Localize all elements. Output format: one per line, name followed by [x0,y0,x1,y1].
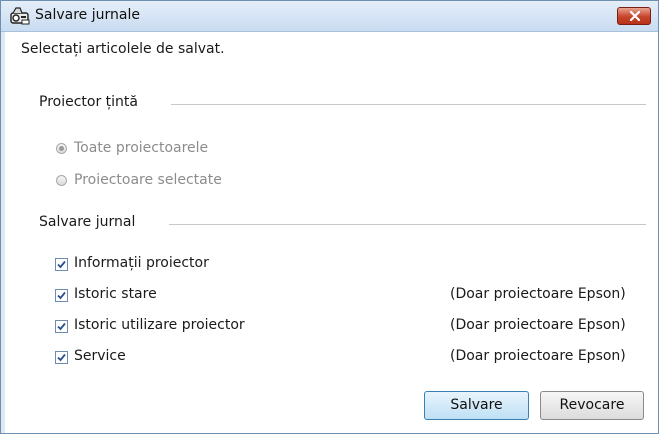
checkmark-icon [57,322,66,331]
window-title: Salvare jurnale [35,7,140,23]
instruction-text: Selectați articolele de salvat. [21,41,225,57]
status-history-note: (Doar proiectoare Epson) [450,286,626,302]
checkbox-usage-history[interactable] [55,320,68,333]
target-group-label: Proiector țintă [39,94,138,110]
title-bar[interactable]: Salvare jurnale [1,1,658,32]
target-group-divider [171,104,646,105]
radio-selected-projectors-label: Proiectoare selectate [74,172,222,188]
save-group-divider [169,224,646,225]
cancel-button[interactable]: Revocare [540,391,644,420]
close-icon [629,11,641,21]
checkbox-status-history[interactable] [55,289,68,302]
radio-all-projectors[interactable] [56,143,67,154]
save-logs-dialog: Salvare jurnale Selectați articolele de … [0,0,659,434]
checkbox-service-label: Service [74,348,126,364]
usage-history-note: (Doar proiectoare Epson) [450,317,626,333]
projector-log-icon [10,7,30,25]
checkbox-status-history-label: Istoric stare [74,286,157,302]
save-group-label: Salvare jurnal [39,214,136,230]
checkbox-projector-info-label: Informații proiector [74,255,209,271]
radio-selected-projectors[interactable] [56,175,67,186]
checkbox-service[interactable] [55,351,68,364]
save-button[interactable]: Salvare [424,391,529,420]
checkmark-icon [57,260,66,269]
checkmark-icon [57,353,66,362]
checkbox-projector-info[interactable] [55,258,68,271]
checkbox-usage-history-label: Istoric utilizare proiector [74,317,245,333]
radio-all-projectors-label: Toate proiectoarele [74,140,209,156]
window-edge [1,32,5,433]
close-button[interactable] [617,7,651,25]
service-note: (Doar proiectoare Epson) [450,348,626,364]
checkmark-icon [57,291,66,300]
